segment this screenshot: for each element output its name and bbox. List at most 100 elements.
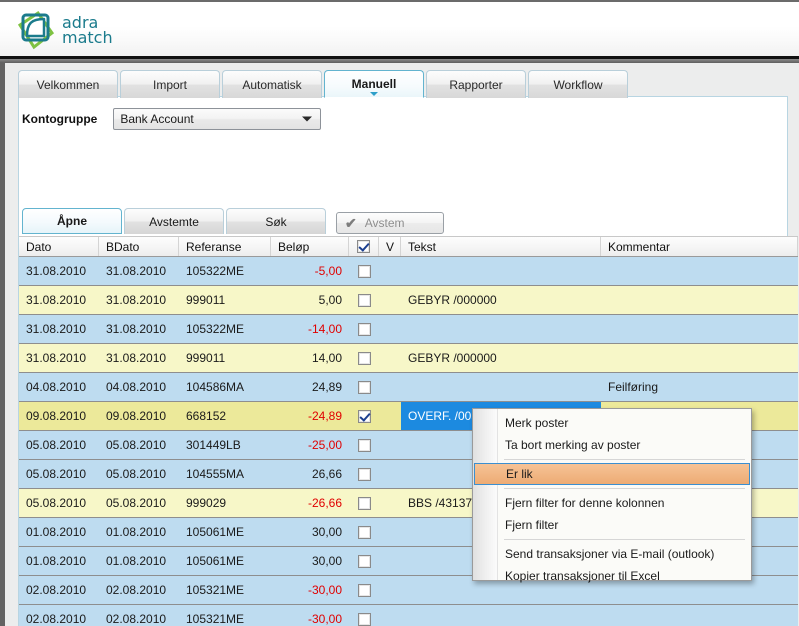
grid-header-row: Dato BDato Referanse Beløp V Tekst Kommentar [19, 236, 798, 257]
cell-ref: 999029 [186, 496, 227, 510]
avstem-button[interactable]: ✔ Avstem [336, 212, 444, 234]
grid-header-bdato[interactable]: BDato [99, 237, 179, 256]
row-checkbox[interactable] [357, 496, 371, 510]
cell-belop: 14,00 [311, 351, 342, 365]
row-checkbox[interactable] [357, 525, 371, 539]
cell-ref: 105321ME [186, 612, 245, 626]
tab-workflow[interactable]: Workflow [528, 70, 628, 98]
row-checkbox[interactable] [357, 438, 371, 452]
cell-belop: -5,00 [314, 264, 342, 278]
kontogruppe-select[interactable]: Bank Account [113, 108, 322, 130]
context-menu-item[interactable]: Fjern filter [473, 514, 751, 536]
tab-import[interactable]: Import [120, 70, 220, 98]
row-checkbox[interactable] [357, 351, 371, 365]
cell-row-checkbox[interactable] [349, 315, 379, 343]
cell-row-checkbox[interactable] [349, 286, 379, 314]
select-all-checkbox[interactable] [357, 240, 370, 253]
logo-wordmark: adra match [62, 15, 113, 47]
table-row[interactable]: 31.08.2010 31.08.2010 105322ME -5,00 [19, 257, 798, 286]
grid-header-belop[interactable]: Beløp [271, 237, 349, 256]
cell-ref: 105061ME [186, 554, 245, 568]
tab-label: Workflow [553, 77, 603, 92]
tab-manuell[interactable]: Manuell [324, 70, 424, 98]
cell-bdato: 04.08.2010 [106, 380, 167, 394]
tab-velkommen[interactable]: Velkommen [18, 70, 118, 98]
context-menu-item[interactable]: Kopier transaksjoner til Excel [473, 565, 751, 587]
row-checkbox[interactable] [357, 293, 371, 307]
cell-belop: -30,00 [307, 612, 342, 626]
cell-belop: 26,66 [311, 467, 342, 481]
subtab-apne[interactable]: Åpne [22, 208, 122, 234]
cell-row-checkbox[interactable] [349, 257, 379, 285]
cell-ref: 105061ME [186, 525, 245, 539]
context-menu-item[interactable]: Er lik [474, 463, 750, 485]
context-menu-item[interactable]: Merk poster [473, 412, 751, 434]
cell-row-checkbox[interactable] [349, 489, 379, 517]
row-checkbox[interactable] [357, 380, 371, 394]
cell-bdato: 02.08.2010 [106, 612, 167, 626]
table-row[interactable]: 04.08.2010 04.08.2010 104586MA 24,89 Feilfør… [19, 373, 798, 402]
row-checkbox[interactable] [357, 322, 371, 336]
cell-dato: 01.08.2010 [26, 554, 87, 568]
cell-row-checkbox[interactable] [349, 373, 379, 401]
table-row[interactable]: 31.08.2010 31.08.2010 105322ME -14,00 [19, 315, 798, 344]
cell-row-checkbox[interactable] [349, 576, 379, 604]
cell-bdato: 05.08.2010 [106, 438, 167, 452]
grid-subtabs: Åpne Avstemte Søk ✔ Avstem [22, 206, 444, 234]
grid-header-komm[interactable]: Kommentar [601, 237, 798, 256]
cell-row-checkbox[interactable] [349, 344, 379, 372]
table-row[interactable]: 31.08.2010 31.08.2010 999011 5,00 GEBYR /000… [19, 286, 798, 315]
chevron-down-icon [302, 116, 313, 122]
cell-dato: 09.08.2010 [26, 409, 87, 423]
cell-row-checkbox[interactable] [349, 518, 379, 546]
grid-header-ref[interactable]: Referanse [179, 237, 271, 256]
cell-ref: 301449LB [186, 438, 241, 452]
checkmark-icon: ✔ [345, 215, 357, 231]
context-menu-item[interactable]: Fjern filter for denne kolonnen [473, 492, 751, 514]
grid-header-v[interactable]: V [379, 237, 401, 256]
cell-belop: -25,00 [307, 438, 342, 452]
cell-belop: -14,00 [307, 322, 342, 336]
cell-row-checkbox[interactable] [349, 460, 379, 488]
avstem-button-label: Avstem [364, 216, 405, 230]
cell-v [379, 460, 401, 488]
cell-row-checkbox[interactable] [349, 605, 379, 626]
context-menu-item[interactable]: Send transaksjoner via E-mail (outlook) [473, 543, 751, 565]
context-menu-item[interactable]: Ta bort merking av poster [473, 434, 751, 456]
grid-header-label: V [386, 239, 395, 254]
grid-header-tekst[interactable]: Tekst [401, 237, 601, 256]
row-checkbox[interactable] [357, 583, 371, 597]
row-checkbox[interactable] [357, 409, 371, 423]
cell-ref: 104586MA [186, 380, 245, 394]
cell-v [379, 402, 401, 430]
application-window: adra match Velkommen Import Automatisk Manu… [0, 0, 799, 626]
grid-header-check[interactable] [349, 237, 379, 256]
cell-belop: 30,00 [311, 525, 342, 539]
row-checkbox[interactable] [357, 554, 371, 568]
context-menu: Merk poster Ta bort merking av poster Er l… [472, 408, 752, 583]
table-row[interactable]: 31.08.2010 31.08.2010 999011 14,00 GEBYR /00… [19, 344, 798, 373]
subtab-label: Avstemte [149, 214, 199, 229]
cell-row-checkbox[interactable] [349, 402, 379, 430]
row-checkbox[interactable] [357, 467, 371, 481]
cell-bdato: 09.08.2010 [106, 409, 167, 423]
tab-rapporter[interactable]: Rapporter [426, 70, 526, 98]
subtab-avstemte[interactable]: Avstemte [124, 208, 224, 234]
cell-bdato: 31.08.2010 [106, 264, 167, 278]
grid-header-label: Referanse [186, 239, 242, 254]
cell-ref: 105322ME [186, 322, 245, 336]
row-checkbox[interactable] [357, 612, 371, 626]
context-menu-item-label: Ta bort merking av poster [505, 438, 641, 452]
row-checkbox[interactable] [357, 264, 371, 278]
grid-header-dato[interactable]: Dato [19, 237, 99, 256]
table-row[interactable]: 02.08.2010 02.08.2010 105321ME -30,00 [19, 605, 798, 626]
grid-header-label: Kommentar [608, 239, 671, 254]
cell-row-checkbox[interactable] [349, 431, 379, 459]
context-menu-item-label: Kopier transaksjoner til Excel [505, 569, 660, 583]
cell-dato: 04.08.2010 [26, 380, 87, 394]
subtab-sok[interactable]: Søk [226, 208, 326, 234]
grid-header-label: BDato [106, 239, 140, 254]
cell-row-checkbox[interactable] [349, 547, 379, 575]
app-logo: adra match [14, 8, 126, 54]
tab-automatisk[interactable]: Automatisk [222, 70, 322, 98]
